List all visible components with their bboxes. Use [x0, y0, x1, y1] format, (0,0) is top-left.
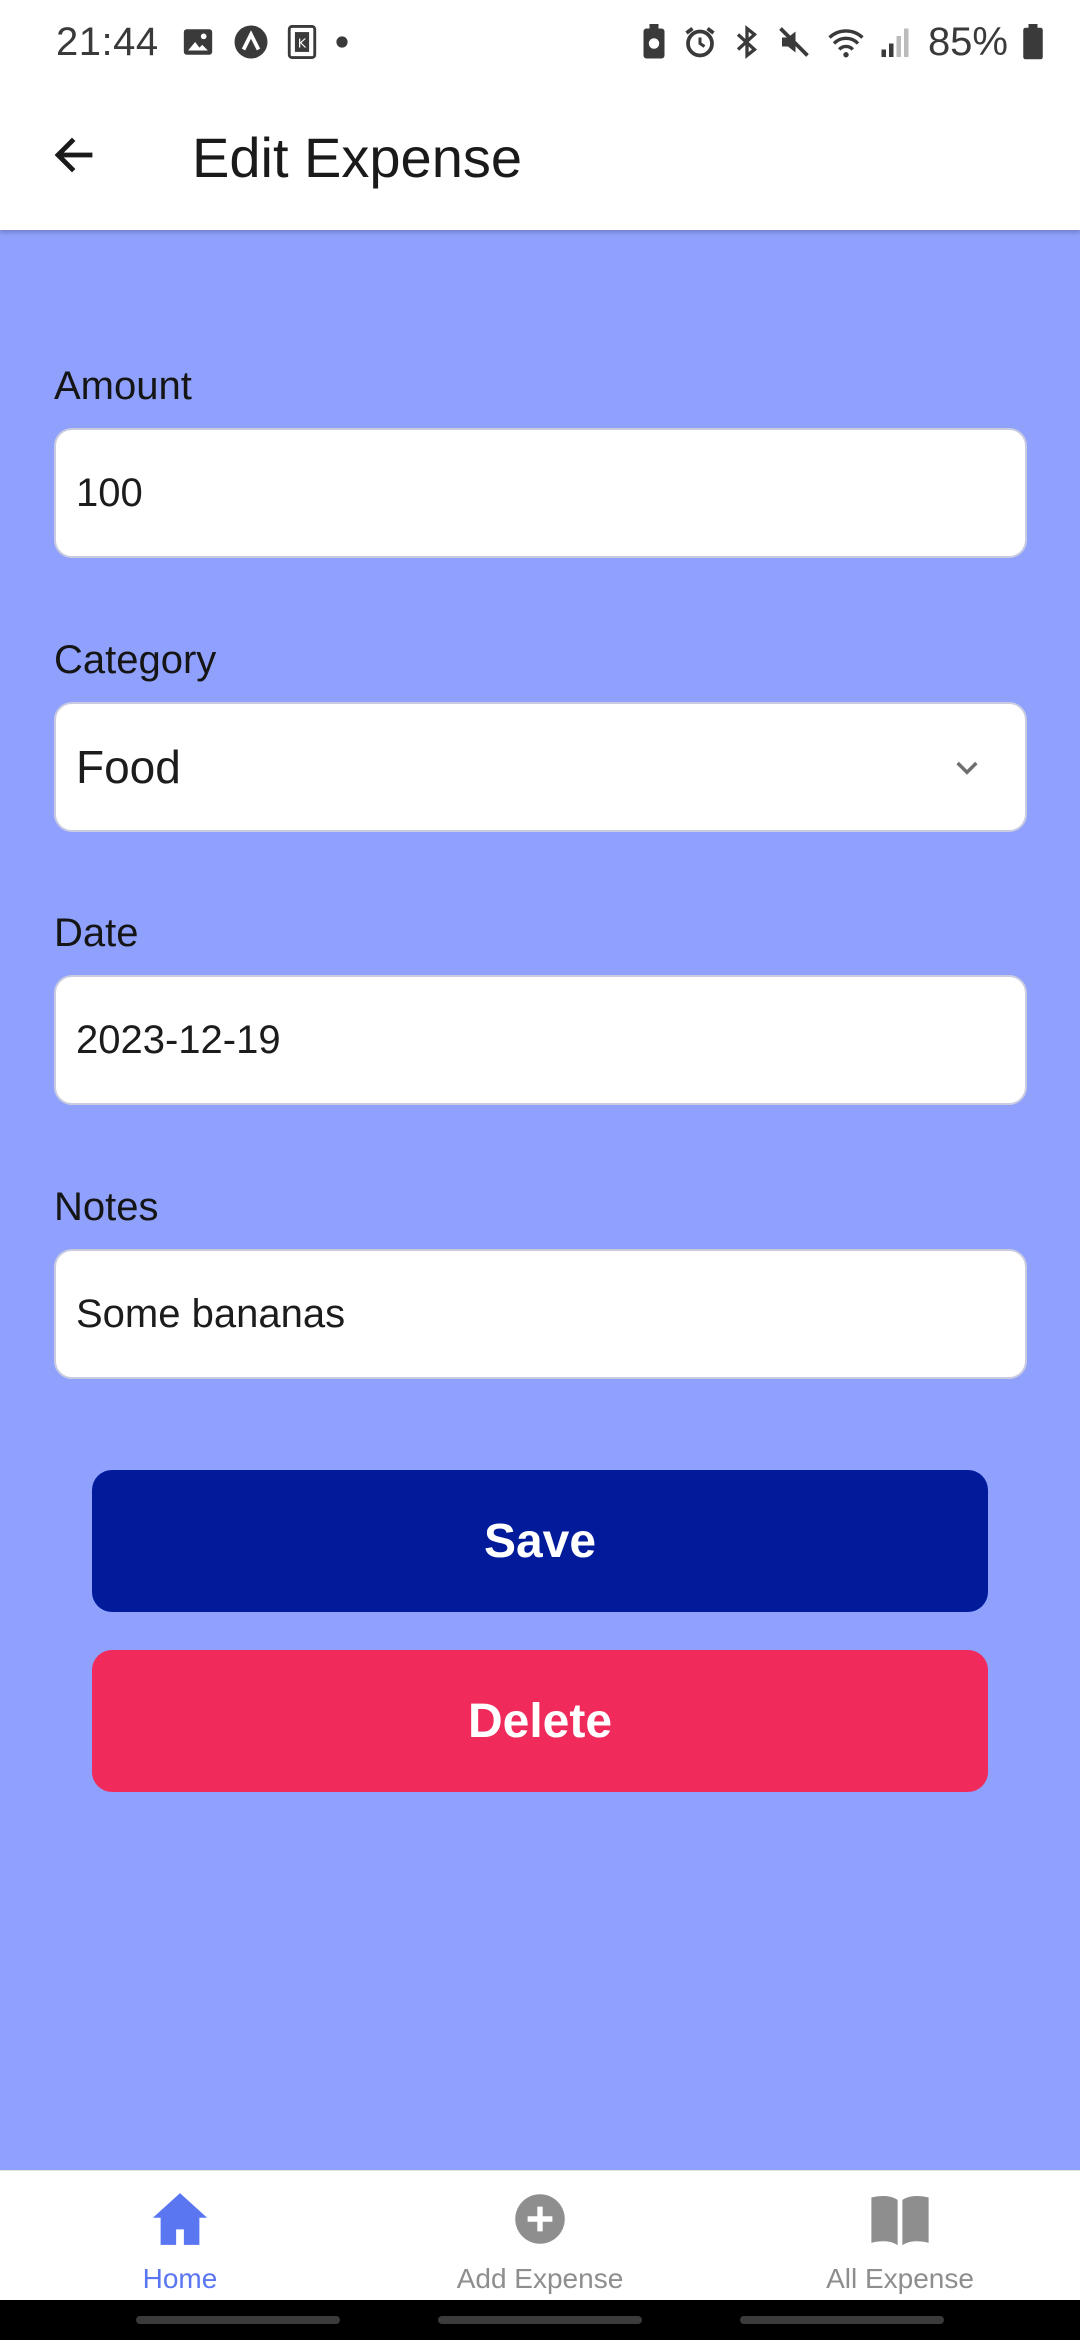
notes-input[interactable] — [76, 1291, 1005, 1337]
tab-all-expense[interactable]: All Expense — [720, 2171, 1080, 2300]
bottom-navigation: Home Add Expense All Expense — [0, 2170, 1080, 2300]
status-system-icons: 85% — [640, 20, 1044, 65]
system-nav-handle[interactable] — [136, 2316, 340, 2324]
app-bar: Edit Expense — [0, 84, 1080, 230]
image-icon — [181, 25, 215, 59]
notes-label: Notes — [54, 1185, 159, 1229]
wifi-icon — [826, 24, 866, 60]
tab-home-label: Home — [142, 2263, 218, 2294]
add-circle-icon — [508, 2187, 572, 2251]
date-label: Date — [54, 911, 139, 955]
tab-add-expense-label: Add Expense — [456, 2263, 624, 2294]
notes-field-group: Notes — [54, 1179, 1027, 1379]
amount-field[interactable] — [54, 428, 1027, 558]
back-button[interactable] — [26, 109, 122, 205]
k-app-icon: K — [287, 25, 317, 59]
category-label: Category — [54, 638, 217, 682]
system-nav-handle[interactable] — [438, 2316, 642, 2324]
system-nav-handle[interactable] — [740, 2316, 944, 2324]
status-time: 21:44 — [56, 19, 159, 64]
amount-label: Amount — [54, 364, 192, 408]
page-title: Edit Expense — [192, 125, 522, 189]
save-button[interactable]: Save — [92, 1470, 988, 1612]
edit-expense-form: Amount Category Food Date Notes Save Del… — [0, 230, 1080, 2170]
date-input[interactable] — [76, 1017, 1005, 1063]
system-navigation-bar — [0, 2300, 1080, 2340]
tab-home[interactable]: Home — [0, 2171, 360, 2300]
category-selected-value: Food — [76, 741, 181, 793]
chevron-down-icon — [943, 743, 991, 791]
amount-field-group: Amount — [54, 358, 1027, 558]
tab-all-expense-label: All Expense — [826, 2263, 974, 2294]
date-field[interactable] — [54, 975, 1027, 1105]
bluetooth-icon — [732, 24, 762, 60]
category-field-group: Category Food — [54, 632, 1027, 832]
category-select[interactable]: Food — [54, 702, 1027, 832]
status-notification-icons: K — [181, 24, 349, 60]
alarm-icon — [682, 24, 718, 60]
svg-text:K: K — [297, 37, 306, 52]
notes-field[interactable] — [54, 1249, 1027, 1379]
dot-icon — [335, 35, 349, 49]
app-circle-icon — [233, 24, 269, 60]
book-icon — [868, 2187, 932, 2251]
battery-percent: 85% — [927, 19, 1008, 64]
date-field-group: Date — [54, 905, 1027, 1105]
arrow-left-icon — [50, 131, 98, 184]
tab-add-expense[interactable]: Add Expense — [360, 2171, 720, 2300]
mute-icon — [776, 24, 812, 60]
delete-button[interactable]: Delete — [92, 1650, 988, 1792]
battery-saver-icon — [640, 24, 668, 60]
battery-icon — [1022, 24, 1044, 60]
amount-input[interactable] — [76, 470, 1005, 516]
signal-icon — [880, 24, 910, 60]
home-icon — [148, 2187, 212, 2251]
status-bar: 21:44 K 85% — [0, 0, 1080, 84]
